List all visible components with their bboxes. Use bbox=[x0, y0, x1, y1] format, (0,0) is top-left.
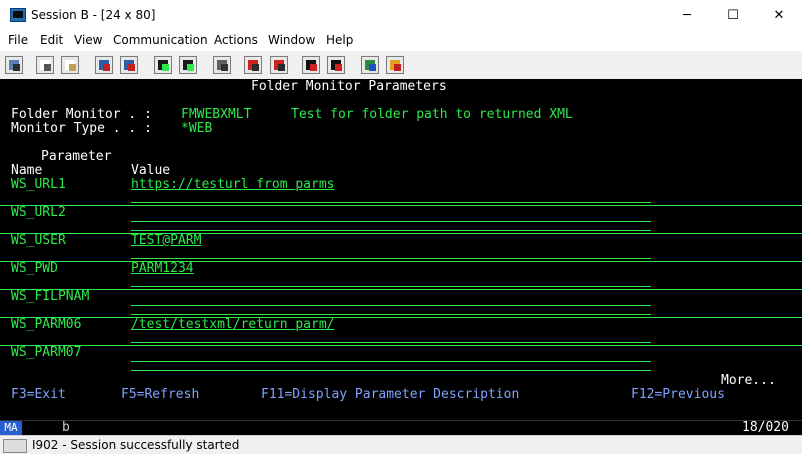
minimize-button[interactable]: ─ bbox=[664, 0, 710, 31]
field-underline bbox=[131, 230, 651, 231]
oia-indicator: MA bbox=[0, 421, 22, 435]
param-value-field[interactable]: PARM1234 bbox=[131, 261, 194, 276]
maximize-button[interactable]: ☐ bbox=[710, 0, 756, 31]
globe-icon[interactable] bbox=[361, 56, 379, 74]
monitor-type-value: *WEB bbox=[181, 121, 213, 136]
column-name: Name bbox=[11, 163, 43, 178]
macro-record-icon[interactable] bbox=[244, 56, 262, 74]
menu-actions[interactable]: Actions bbox=[214, 33, 258, 47]
menu-edit[interactable]: Edit bbox=[40, 33, 63, 47]
param-name: WS_FILPNAM bbox=[11, 289, 90, 304]
row-separator bbox=[0, 233, 802, 234]
field-underline bbox=[131, 202, 651, 203]
field-underline bbox=[131, 314, 651, 315]
folder-monitor-desc: Test for folder path to returned XML bbox=[291, 107, 573, 122]
macro-stop-icon[interactable] bbox=[270, 56, 288, 74]
param-name: WS_USER bbox=[11, 233, 66, 248]
macro-icon[interactable] bbox=[327, 56, 345, 74]
screen-icon[interactable] bbox=[179, 56, 197, 74]
menu-window[interactable]: Window bbox=[268, 33, 315, 47]
param-name: WS_PARM06 bbox=[11, 317, 82, 332]
param-value-field[interactable] bbox=[131, 346, 651, 362]
status-message: I902 - Session successfully started bbox=[32, 438, 240, 452]
param-value-field[interactable] bbox=[131, 290, 651, 306]
screen-title: Folder Monitor Parameters bbox=[251, 79, 447, 94]
app-icon bbox=[10, 8, 26, 22]
param-value-field[interactable]: /test/testxml/return parm/ bbox=[131, 317, 335, 332]
oia-session: b bbox=[62, 420, 70, 435]
keyboard-icon[interactable] bbox=[213, 56, 231, 74]
macro-play-icon[interactable] bbox=[302, 56, 320, 74]
column-parameter: Parameter bbox=[41, 149, 112, 164]
param-name: WS_PARM07 bbox=[11, 345, 82, 360]
param-name: WS_PWD bbox=[11, 261, 58, 276]
print-icon[interactable] bbox=[5, 56, 23, 74]
folder-monitor-label: Folder Monitor . : bbox=[11, 107, 152, 122]
menu-communication[interactable]: Communication bbox=[113, 33, 208, 47]
fkey-refresh[interactable]: F5=Refresh bbox=[121, 387, 199, 402]
display-icon[interactable] bbox=[154, 56, 172, 74]
window-title: Session B - [24 x 80] bbox=[31, 8, 156, 22]
operator-info-area: MA b 18/020 bbox=[0, 420, 802, 435]
menu-help[interactable]: Help bbox=[326, 33, 353, 47]
param-name: WS_URL2 bbox=[11, 205, 66, 220]
param-value-field[interactable] bbox=[131, 206, 651, 222]
field-underline bbox=[131, 370, 651, 371]
close-button[interactable]: ✕ bbox=[756, 0, 802, 31]
field-underline bbox=[131, 286, 651, 287]
terminal-screen[interactable]: Folder Monitor Parameters Folder Monitor… bbox=[0, 79, 802, 420]
field-underline bbox=[131, 258, 651, 259]
cursor-position: 18/020 bbox=[742, 420, 789, 435]
more-indicator: More... bbox=[721, 373, 776, 388]
copy-icon[interactable] bbox=[36, 56, 54, 74]
param-name: WS_URL1 bbox=[11, 177, 66, 192]
menu-view[interactable]: View bbox=[74, 33, 102, 47]
folder-monitor-value: FMWEBXMLT bbox=[181, 107, 252, 122]
field-underline bbox=[131, 342, 651, 343]
status-bar: I902 - Session successfully started bbox=[0, 435, 802, 454]
edit-icon[interactable] bbox=[386, 56, 404, 74]
fkey-previous[interactable]: F12=Previous bbox=[631, 387, 725, 402]
param-value-field[interactable]: https://testurl from parms bbox=[131, 177, 335, 192]
connection-icon bbox=[3, 439, 27, 453]
paste-icon[interactable] bbox=[61, 56, 79, 74]
toolbar bbox=[0, 52, 802, 80]
row-separator bbox=[0, 317, 802, 318]
menu-bar: File Edit View Communication Actions Win… bbox=[0, 31, 802, 51]
monitor-type-label: Monitor Type . . : bbox=[11, 121, 152, 136]
fkey-exit[interactable]: F3=Exit bbox=[11, 387, 66, 402]
send-icon[interactable] bbox=[95, 56, 113, 74]
title-bar: Session B - [24 x 80] ─ ☐ ✕ bbox=[0, 0, 802, 32]
column-value: Value bbox=[131, 163, 171, 178]
param-value-field[interactable]: TEST@PARM bbox=[131, 233, 201, 248]
row-separator bbox=[0, 261, 802, 262]
fkey-display-description[interactable]: F11=Display Parameter Description bbox=[261, 387, 519, 402]
menu-file[interactable]: File bbox=[8, 33, 28, 47]
receive-icon[interactable] bbox=[120, 56, 138, 74]
